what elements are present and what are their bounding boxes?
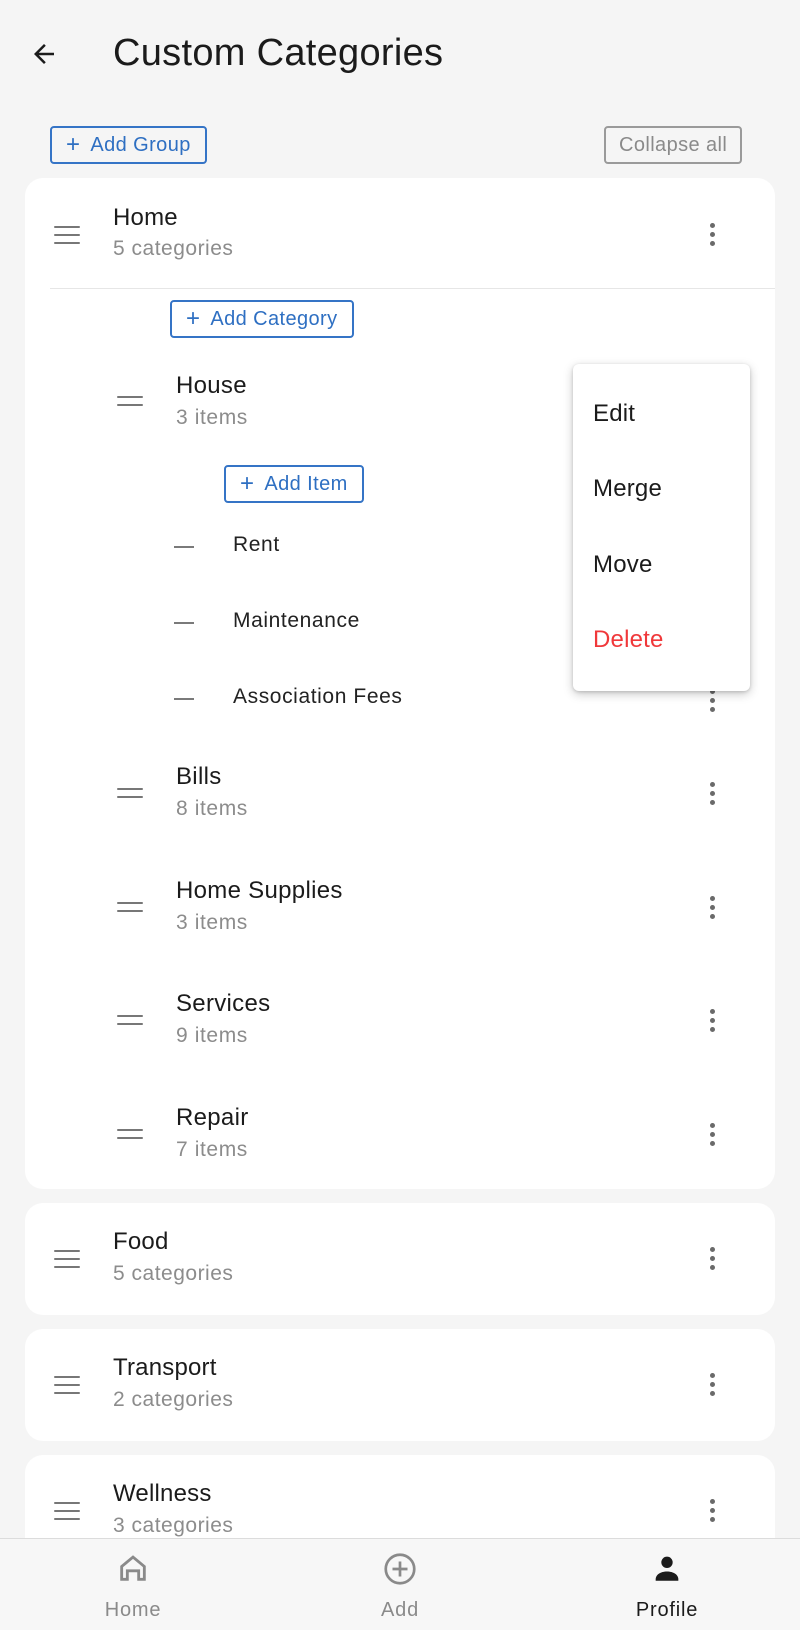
drag-handle-icon[interactable] — [117, 1129, 143, 1139]
group-card-transport[interactable]: Transport 2 categories — [25, 1329, 775, 1441]
drag-handle-icon[interactable] — [54, 1250, 80, 1268]
collapse-all-button[interactable]: Collapse all — [604, 126, 743, 164]
drag-handle-icon[interactable] — [54, 1376, 80, 1394]
add-category-button[interactable]: + Add Category — [170, 300, 354, 338]
menu-item-delete[interactable]: Delete — [593, 626, 664, 654]
group-subtitle: 2 categories — [113, 1388, 234, 1411]
group-card-food[interactable]: Food 5 categories — [25, 1203, 775, 1315]
more-vert-icon[interactable] — [692, 1238, 732, 1278]
person-icon — [655, 1556, 679, 1581]
menu-item-edit[interactable]: Edit — [593, 400, 635, 428]
group-divider — [50, 288, 775, 289]
group-name: Wellness — [113, 1480, 212, 1507]
drag-handle-icon[interactable] — [54, 226, 80, 244]
group-name: Home — [113, 204, 178, 231]
category-name: Repair — [176, 1104, 249, 1131]
add-group-button[interactable]: + Add Group — [50, 126, 207, 164]
arrow-left-icon — [34, 44, 54, 64]
category-subtitle: 3 items — [176, 911, 248, 934]
group-subtitle: 3 categories — [113, 1514, 234, 1537]
category-subtitle: 3 items — [176, 406, 248, 429]
collapse-all-label: Collapse all — [619, 133, 728, 156]
app-root: Custom Categories + Add Group Collapse a… — [0, 0, 800, 1630]
back-button[interactable] — [22, 32, 66, 76]
nav-label: Home — [104, 1599, 162, 1621]
home-icon — [120, 1555, 146, 1581]
group-subtitle: 5 categories — [113, 237, 234, 260]
nav-home[interactable]: Home — [53, 1539, 213, 1630]
drag-handle-icon[interactable] — [117, 788, 143, 798]
group-name: Food — [113, 1228, 169, 1255]
nav-profile[interactable]: Profile — [587, 1539, 747, 1630]
more-vert-icon[interactable] — [692, 214, 732, 254]
add-group-label: Add Group — [90, 133, 191, 156]
drag-handle-icon[interactable] — [54, 1502, 80, 1520]
group-header-home[interactable]: Home 5 categories — [25, 178, 775, 291]
more-vert-icon[interactable] — [692, 887, 732, 927]
category-name: Bills — [176, 763, 222, 790]
item-name: Maintenance — [233, 609, 360, 632]
more-vert-icon[interactable] — [692, 1364, 732, 1404]
nav-label: Add — [381, 1599, 419, 1621]
category-name: Home Supplies — [176, 877, 343, 904]
item-name: Rent — [233, 533, 280, 556]
drag-handle-icon[interactable] — [117, 902, 143, 912]
drag-handle-icon[interactable] — [117, 1015, 143, 1025]
menu-item-merge[interactable]: Merge — [593, 475, 662, 503]
category-subtitle: 9 items — [176, 1024, 248, 1047]
more-vert-icon[interactable] — [692, 1114, 732, 1154]
more-vert-icon[interactable] — [692, 773, 732, 813]
more-vert-icon[interactable] — [692, 1000, 732, 1040]
drag-handle-icon[interactable] — [117, 396, 143, 406]
category-name: Services — [176, 990, 271, 1017]
app-header: Custom Categories — [0, 0, 800, 112]
add-category-label: Add Category — [210, 307, 338, 330]
item-name: Association Fees — [233, 685, 403, 708]
category-subtitle: 7 items — [176, 1138, 248, 1161]
add-item-button[interactable]: + Add Item — [224, 465, 364, 503]
nav-label: Profile — [635, 1599, 699, 1621]
group-subtitle: 5 categories — [113, 1262, 234, 1285]
dash-icon — [174, 622, 194, 624]
plus-icon: + — [240, 470, 255, 497]
group-name: Transport — [113, 1354, 217, 1381]
dash-icon — [174, 698, 194, 700]
menu-item-move[interactable]: Move — [593, 551, 653, 579]
add-circle-icon — [384, 1553, 416, 1585]
plus-icon: + — [66, 131, 81, 158]
category-subtitle: 8 items — [176, 797, 248, 820]
plus-icon: + — [186, 305, 201, 332]
bottom-nav: Home Add Profile — [0, 1538, 800, 1630]
add-item-label: Add Item — [264, 472, 348, 495]
dash-icon — [174, 546, 194, 548]
more-vert-icon[interactable] — [692, 1490, 732, 1530]
nav-add[interactable]: Add — [320, 1539, 480, 1630]
context-menu: Edit Merge Move Delete — [573, 364, 750, 691]
category-name: House — [176, 372, 247, 399]
page-title: Custom Categories — [113, 32, 444, 74]
